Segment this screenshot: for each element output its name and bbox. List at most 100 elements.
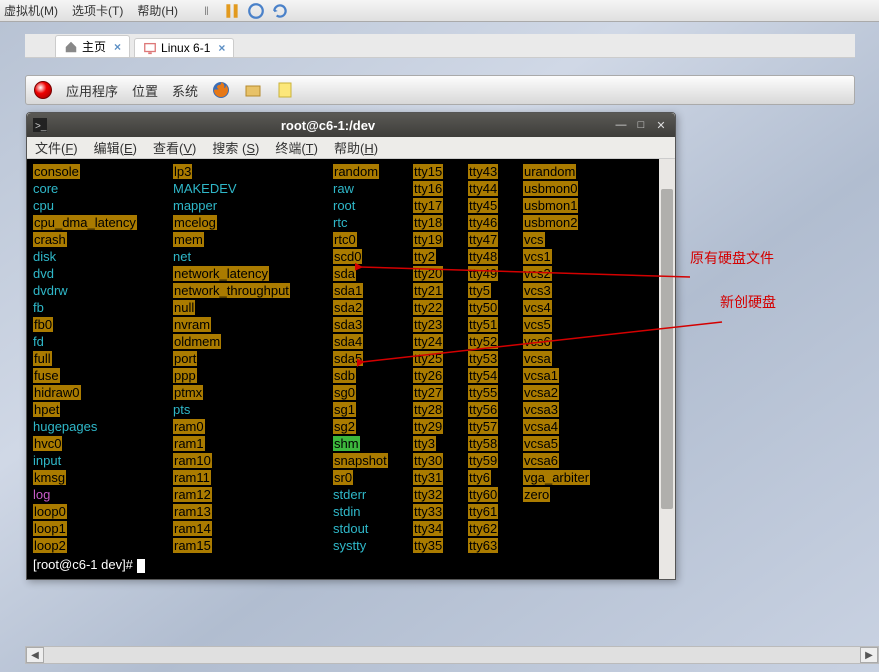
redhat-icon[interactable] <box>34 81 52 99</box>
dev-entry: tty47 <box>468 231 523 248</box>
dev-entry: tty60 <box>468 486 523 503</box>
dev-entry: tty24 <box>413 333 468 350</box>
dev-entry: loop1 <box>33 520 173 537</box>
dev-entry: vcs3 <box>523 282 633 299</box>
dev-entry: lp3 <box>173 163 333 180</box>
dev-entry: tty63 <box>468 537 523 554</box>
terminal-menubar: 文件(F) 编辑(E) 查看(V) 搜索 (S) 终端(T) 帮助(H) <box>27 137 675 159</box>
maximize-button[interactable]: □ <box>633 117 649 133</box>
dev-entry: urandom <box>523 163 633 180</box>
dev-entry: tty21 <box>413 282 468 299</box>
dev-entry <box>523 520 633 537</box>
dev-entry: network_latency <box>173 265 333 282</box>
dev-entry: vga_arbiter <box>523 469 633 486</box>
dev-entry: tty51 <box>468 316 523 333</box>
dev-entry: vcsa4 <box>523 418 633 435</box>
dev-entry: tty17 <box>413 197 468 214</box>
dev-entry: tty34 <box>413 520 468 537</box>
revert-icon[interactable] <box>271 2 289 20</box>
dev-entry: tty6 <box>468 469 523 486</box>
term-menu-t[interactable]: 终端(T) <box>275 138 318 157</box>
files-icon[interactable] <box>244 81 262 99</box>
scroll-left-button[interactable]: ◀ <box>26 647 44 663</box>
minimize-button[interactable]: — <box>613 117 629 133</box>
dev-entry: tty52 <box>468 333 523 350</box>
scroll-right-button[interactable]: ▶ <box>860 647 878 663</box>
terminal-scrollbar[interactable] <box>659 159 675 579</box>
dev-entry: ptmx <box>173 384 333 401</box>
dev-entry: nvram <box>173 316 333 333</box>
dev-entry: stdin <box>333 503 413 520</box>
menu-vm[interactable]: 虚拟机(M) <box>4 2 58 19</box>
close-button[interactable]: ✕ <box>653 117 669 133</box>
firefox-icon[interactable] <box>212 81 230 99</box>
dev-entry: hugepages <box>33 418 173 435</box>
dev-entry: tty58 <box>468 435 523 452</box>
dev-entry: ram11 <box>173 469 333 486</box>
desktop-area: 主页 × Linux 6-1 × 应用程序 位置 系统 >_ root@c6-1… <box>0 22 879 672</box>
notes-icon[interactable] <box>276 81 294 99</box>
snapshot-icon[interactable] <box>247 2 265 20</box>
dev-entry: crash <box>33 231 173 248</box>
dev-entry: sda4 <box>333 333 413 350</box>
annotation-2: 新创硬盘 <box>720 292 776 312</box>
dev-entry: tty59 <box>468 452 523 469</box>
dev-entry: vcs5 <box>523 316 633 333</box>
dev-entry: sda1 <box>333 282 413 299</box>
dev-entry: ram12 <box>173 486 333 503</box>
toolbar-icons-placeholder <box>223 2 289 20</box>
dev-entry: tty20 <box>413 265 468 282</box>
dev-entry: tty49 <box>468 265 523 282</box>
dev-entry: hpet <box>33 401 173 418</box>
dev-entry: snapshot <box>333 452 413 469</box>
close-icon[interactable]: × <box>218 41 225 55</box>
dev-entry: vcsa <box>523 350 633 367</box>
dev-entry: tty18 <box>413 214 468 231</box>
dev-entry: vcs1 <box>523 248 633 265</box>
dev-entry: core <box>33 180 173 197</box>
dev-entry: disk <box>33 248 173 265</box>
menu-help[interactable]: 帮助(H) <box>137 2 178 19</box>
dev-entry: tty15 <box>413 163 468 180</box>
dev-entry: ram14 <box>173 520 333 537</box>
dev-entry: oldmem <box>173 333 333 350</box>
dev-entry: tty48 <box>468 248 523 265</box>
scrollbar-thumb[interactable] <box>661 189 673 509</box>
term-menu-f[interactable]: 文件(F) <box>35 138 78 157</box>
menu-tabs[interactable]: 选项卡(T) <box>72 2 123 19</box>
dev-entry: usbmon0 <box>523 180 633 197</box>
dev-entry: loop2 <box>33 537 173 554</box>
dev-entry: raw <box>333 180 413 197</box>
dev-entry: vcsa6 <box>523 452 633 469</box>
dev-entry: console <box>33 163 173 180</box>
horizontal-scrollbar[interactable]: ◀ ▶ <box>25 646 879 664</box>
term-menu-s[interactable]: 搜索 (S) <box>212 138 259 157</box>
dev-entry: rtc0 <box>333 231 413 248</box>
dev-entry: kmsg <box>33 469 173 486</box>
dev-entry: fd <box>33 333 173 350</box>
tab-vm[interactable]: Linux 6-1 × <box>134 38 234 57</box>
dev-entry: tty31 <box>413 469 468 486</box>
terminal-body[interactable]: consolelp3randomtty15tty43urandomcoreMAK… <box>27 159 675 579</box>
dev-entry: vcsa5 <box>523 435 633 452</box>
pause-icon[interactable] <box>223 2 241 20</box>
tab-home[interactable]: 主页 × <box>55 35 130 57</box>
dev-entry: ram13 <box>173 503 333 520</box>
close-icon[interactable]: × <box>114 40 121 54</box>
dev-entry: cpu <box>33 197 173 214</box>
dev-entry: full <box>33 350 173 367</box>
dev-entry: root <box>333 197 413 214</box>
panel-places[interactable]: 位置 <box>132 81 158 100</box>
term-menu-v[interactable]: 查看(V) <box>153 138 196 157</box>
term-menu-h[interactable]: 帮助(H) <box>334 138 378 157</box>
dev-entry: sg1 <box>333 401 413 418</box>
term-menu-e[interactable]: 编辑(E) <box>94 138 137 157</box>
dev-entry: vcs6 <box>523 333 633 350</box>
dev-entry: dvd <box>33 265 173 282</box>
dev-entry: sda5 <box>333 350 413 367</box>
dev-entry: tty29 <box>413 418 468 435</box>
panel-system[interactable]: 系统 <box>172 81 198 100</box>
terminal-titlebar[interactable]: >_ root@c6-1:/dev — □ ✕ <box>27 113 675 137</box>
panel-applications[interactable]: 应用程序 <box>66 81 118 100</box>
dev-entry: log <box>33 486 173 503</box>
